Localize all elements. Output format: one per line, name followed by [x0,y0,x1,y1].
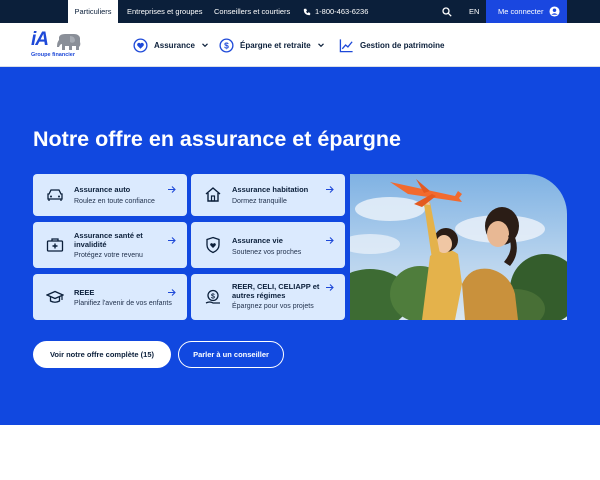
tab-entreprises[interactable]: Entreprises et groupes [127,0,202,23]
card-title: REER, CELI, CELIAPP et autres régimes [232,282,320,300]
card-title: Assurance vie [232,236,283,245]
nav-assurance-label: Assurance [154,40,195,50]
tab-particuliers[interactable]: Particuliers [68,0,118,23]
utility-bar: Particuliers Entreprises et groupes Cons… [0,0,600,23]
login-button[interactable]: Me connecter [486,0,567,23]
graduation-cap-icon [46,290,64,303]
chevron-down-icon [317,43,324,48]
login-label: Me connecter [498,7,544,16]
card-subtitle: Dormez tranquille [232,198,287,205]
arrow-right-icon [168,289,176,296]
arrow-right-icon [326,284,334,291]
card-assurance-sante[interactable]: Assurance santé et invalidité Protégez v… [33,222,187,268]
arrow-right-icon [326,186,334,193]
card-assurance-vie[interactable]: Assurance vie Soutenez vos proches [191,222,345,268]
arrow-right-icon [168,186,176,193]
svg-text:$: $ [211,293,215,300]
card-subtitle: Épargnez pour vos projets [232,303,314,310]
card-subtitle: Planifiez l'avenir de vos enfants [74,300,172,307]
card-reer-celi[interactable]: $ REER, CELI, CELIAPP et autres régimes … [191,274,345,320]
hero-photo [350,174,567,320]
chart-line-icon [339,38,353,52]
money-hand-icon: $ [205,289,220,304]
svg-text:$: $ [224,40,229,50]
heart-shield-icon [206,236,220,254]
tab-conseillers[interactable]: Conseillers et courtiers [214,0,290,23]
card-title: REEE [74,288,95,297]
card-reee[interactable]: REEE Planifiez l'avenir de vos enfants [33,274,187,320]
nav-epargne[interactable]: $ Épargne et retraite [219,23,325,67]
card-title: Assurance habitation [232,185,309,194]
search-icon [442,6,452,17]
card-subtitle: Protégez votre revenu [74,252,143,259]
arrow-right-icon [168,237,176,244]
logo[interactable]: iA Groupe financier [31,29,83,59]
search-button[interactable] [441,0,453,23]
heart-shield-icon [133,37,148,53]
arrow-right-icon [326,237,334,244]
main-nav: iA Groupe financier Assurance $ Épargne … [0,23,600,67]
hero-section: Notre offre en assurance et épargne Assu… [0,67,600,425]
nav-epargne-label: Épargne et retraite [240,40,311,50]
car-icon [47,189,63,201]
logo-text: iA [31,29,49,50]
first-aid-kit-icon [46,238,64,252]
card-title: Assurance auto [74,185,131,194]
elephant-icon [57,34,81,50]
card-subtitle: Roulez en toute confiance [74,198,155,205]
chevron-down-icon [201,43,208,48]
card-title: Assurance santé et invalidité [74,231,143,249]
nav-assurance[interactable]: Assurance [133,23,209,67]
hero-title: Notre offre en assurance et épargne [33,127,402,151]
card-assurance-auto[interactable]: Assurance auto Roulez en toute confiance [33,174,187,216]
see-full-offer-button[interactable]: Voir notre offre complète (15) [33,341,171,368]
talk-to-advisor-button[interactable]: Parler à un conseiller [178,341,284,368]
card-subtitle: Soutenez vos proches [232,249,302,256]
phone-icon [303,8,311,15]
dollar-coin-icon: $ [219,37,234,53]
user-icon [549,6,560,17]
logo-subtitle: Groupe financier [31,52,76,58]
phone-link[interactable]: 1-800-463-6236 [303,0,368,23]
nav-gestion[interactable]: Gestion de patrimoine [339,23,444,67]
nav-gestion-label: Gestion de patrimoine [360,40,445,50]
language-toggle[interactable]: EN [469,0,479,23]
phone-number: 1-800-463-6236 [315,7,369,16]
house-icon [205,187,221,202]
card-assurance-habitation[interactable]: Assurance habitation Dormez tranquille [191,174,345,216]
